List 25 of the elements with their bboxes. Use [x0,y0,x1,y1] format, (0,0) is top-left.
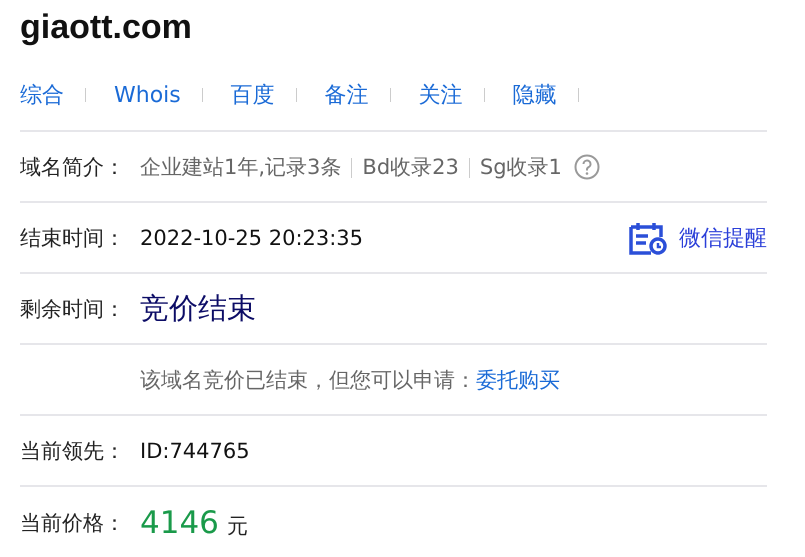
nav-link[interactable]: 备注 [324,80,369,110]
field-label: 域名简介： [20,154,126,180]
nav-link[interactable]: Whois [114,82,181,108]
intro-stat: Bd收录23 [362,154,459,178]
currency-unit: 元 [226,512,248,540]
nav-link[interactable]: 隐藏 [512,80,557,110]
domain-title: giaott.com [20,8,192,47]
leader-id: ID:744765 [140,438,250,462]
field-label: 剩余时间： [20,296,126,322]
field-label: 当前价格： [20,510,126,536]
current-price: 4146 [140,504,219,540]
auction-note: 该域名竞价已结束，但您可以申请： [140,366,476,394]
nav-link[interactable]: 百度 [230,80,275,110]
auction-status: 竞价结束 [140,290,256,326]
end-time: 2022-10-25 20:23:35 [140,226,364,250]
calendar-clock-icon[interactable] [629,220,667,254]
nav-link[interactable]: 综合 [20,80,64,110]
entrust-purchase-link[interactable]: 委托购买 [476,366,560,394]
intro-stat: Sg收录1 [480,154,562,178]
field-label: 当前领先： [20,438,126,464]
intro-stat: 企业建站1年,记录3条 [140,154,342,178]
wechat-reminder-link[interactable]: 微信提醒 [679,222,767,252]
help-icon[interactable] [574,154,600,180]
nav-link[interactable]: 关注 [418,80,463,110]
field-label: 结束时间： [20,224,126,252]
